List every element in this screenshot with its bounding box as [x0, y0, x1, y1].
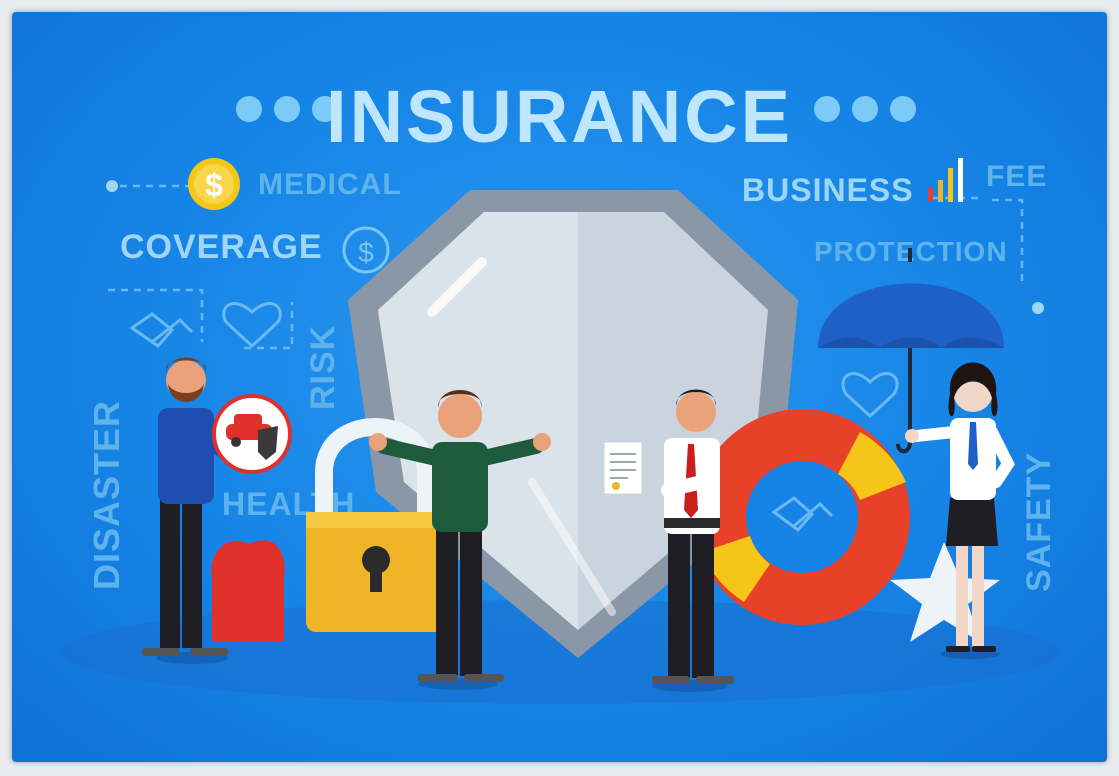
lifebuoy — [694, 409, 910, 625]
svg-text:$: $ — [205, 167, 223, 203]
handshake-icon — [129, 312, 194, 348]
svg-text:$: $ — [358, 237, 374, 268]
heart-outline-icon — [222, 302, 282, 349]
dollar-circle-icon: $ — [342, 226, 390, 274]
red-heart-shape — [211, 540, 285, 642]
bar-chart-icon — [928, 158, 963, 202]
car-insurance-badge — [212, 394, 292, 474]
illustration-scene: $ $ — [60, 158, 1060, 704]
heart-outline-icon — [841, 372, 899, 419]
insurance-poster: INSURANCE MEDICAL COVERAGE BUSINESS FEE … — [12, 12, 1107, 762]
dollar-coin-icon: $ — [188, 158, 240, 210]
